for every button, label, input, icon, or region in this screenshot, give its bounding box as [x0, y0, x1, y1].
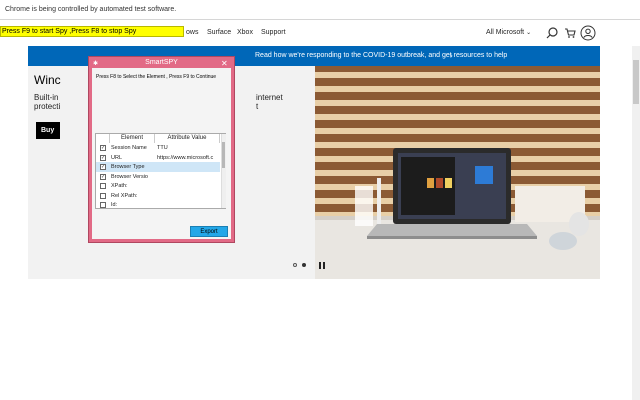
row-checkbox[interactable]: ✓	[100, 164, 106, 170]
all-microsoft-label: All Microsoft	[486, 29, 525, 36]
table-row[interactable]: Id:	[96, 200, 220, 210]
hero-title: Winc	[34, 73, 61, 87]
element-attributes-grid: Element Attribute Value ✓ Session Name T…	[95, 133, 226, 209]
carousel-dot-active[interactable]	[302, 263, 306, 267]
close-icon[interactable]: ✕	[221, 59, 228, 68]
chevron-down-icon: ⌄	[526, 30, 532, 36]
buy-now-button[interactable]: Buy	[36, 122, 60, 139]
carousel-dot[interactable]	[293, 263, 297, 267]
covid-announcement-link[interactable]: Read how we're responding to the COVID-1…	[255, 52, 507, 59]
table-row[interactable]: XPath:	[96, 181, 220, 191]
row-checkbox[interactable]	[100, 192, 106, 199]
grid-header-check	[96, 134, 110, 143]
row-element: Id:	[111, 202, 118, 208]
nav-link-windows[interactable]: ows	[186, 29, 198, 36]
smartspy-title: SmartSPY	[145, 59, 178, 66]
hero-body-line: t	[256, 102, 259, 111]
table-row[interactable]: ✓ URL https://www.microsoft.c	[96, 153, 220, 163]
chevron-right-icon: ›	[450, 51, 453, 60]
table-row[interactable]: ✓ Browser Versio	[96, 172, 220, 182]
smartspy-client-area: Press F8 to Select the Element , Press F…	[92, 68, 231, 239]
cart-icon[interactable]	[562, 25, 578, 41]
row-checkbox[interactable]	[100, 202, 106, 208]
hero-body-line: protecti	[34, 102, 61, 111]
row-element: Session Name	[111, 145, 147, 151]
row-element: Browser Type	[111, 164, 145, 170]
row-value[interactable]: https://www.microsoft.c	[157, 155, 219, 161]
nav-link-surface[interactable]: Surface	[207, 29, 231, 36]
nav-link-support[interactable]: Support	[261, 29, 286, 36]
export-button[interactable]: Export	[190, 226, 228, 237]
search-icon[interactable]	[544, 25, 560, 41]
spy-instructions: Press F8 to Select the Element , Press F…	[96, 74, 217, 80]
row-element: URL	[111, 154, 123, 161]
table-row[interactable]: ✓ Session Name TTU	[96, 143, 220, 153]
grid-header-attribute-value[interactable]: Attribute Value	[155, 134, 220, 143]
grid-header-element[interactable]: Element	[110, 134, 155, 143]
smartspy-window: ✱ SmartSPY ✕ Press F8 to Select the Elem…	[88, 56, 235, 243]
automation-infobar: Chrome is being controlled by automated …	[0, 0, 640, 20]
pause-icon[interactable]	[319, 262, 325, 269]
row-value[interactable]: TTU	[157, 145, 219, 151]
grid-scrollbar-thumb[interactable]	[222, 142, 225, 168]
nav-link-xbox[interactable]: Xbox	[237, 29, 253, 36]
row-checkbox[interactable]: ✓	[100, 145, 106, 151]
hero-body-line: Built-in	[34, 93, 59, 102]
row-element: Rel XPath:	[111, 192, 138, 199]
spy-hotkey-banner: Press F9 to start Spy ,Press F8 to stop …	[0, 26, 184, 37]
table-row-selected[interactable]: ✓ Browser Type	[96, 162, 220, 172]
row-checkbox[interactable]	[100, 183, 106, 189]
automation-message: Chrome is being controlled by automated …	[5, 6, 177, 13]
row-checkbox[interactable]: ✓	[100, 154, 106, 161]
spy-hotkey-text: Press F9 to start Spy ,Press F8 to stop …	[2, 28, 137, 35]
row-checkbox[interactable]: ✓	[100, 173, 106, 180]
row-element: Browser Versio	[111, 173, 148, 180]
table-row[interactable]: Rel XPath:	[96, 191, 220, 201]
page-scrollbar-thumb[interactable]	[633, 60, 639, 104]
row-element: XPath:	[111, 183, 128, 189]
hero-laptop-image	[315, 66, 600, 279]
account-icon[interactable]	[580, 25, 596, 41]
all-microsoft-menu[interactable]: All Microsoft ⌄	[486, 29, 531, 36]
hero-body-line: internet	[256, 93, 283, 102]
